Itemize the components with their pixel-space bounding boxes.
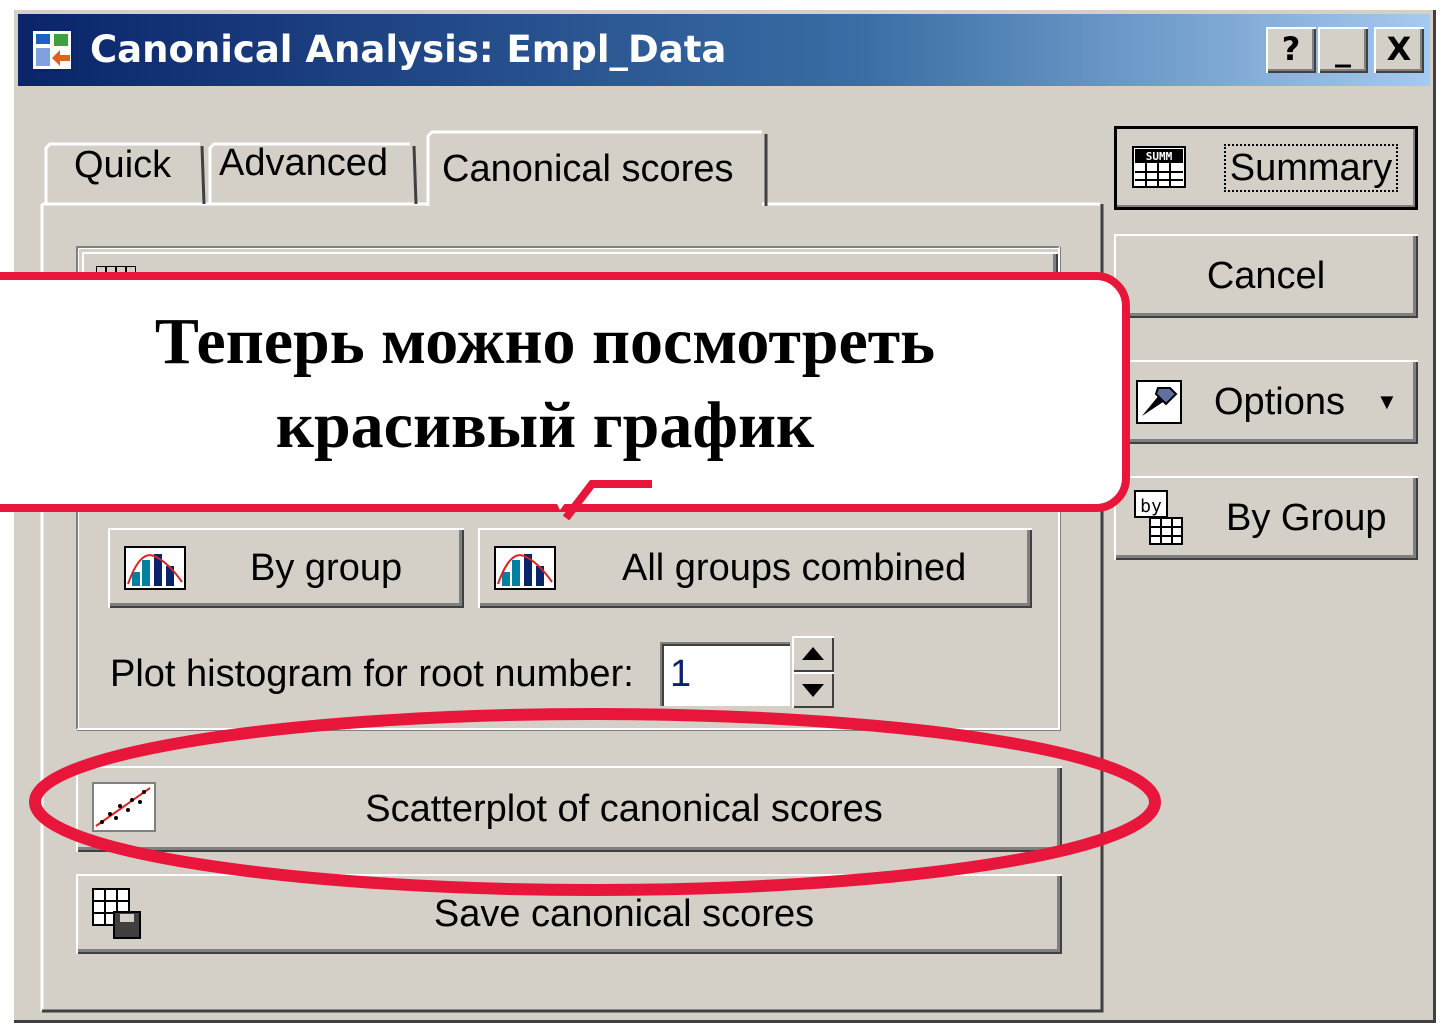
- callout-text: Теперь можно посмотреть красивый график: [0, 300, 1130, 468]
- callout-tail: [540, 470, 652, 521]
- callout-line-2: красивый график: [275, 389, 815, 462]
- callout-line-1: Теперь можно посмотреть: [154, 305, 936, 378]
- highlight-ellipse: [29, 708, 1161, 896]
